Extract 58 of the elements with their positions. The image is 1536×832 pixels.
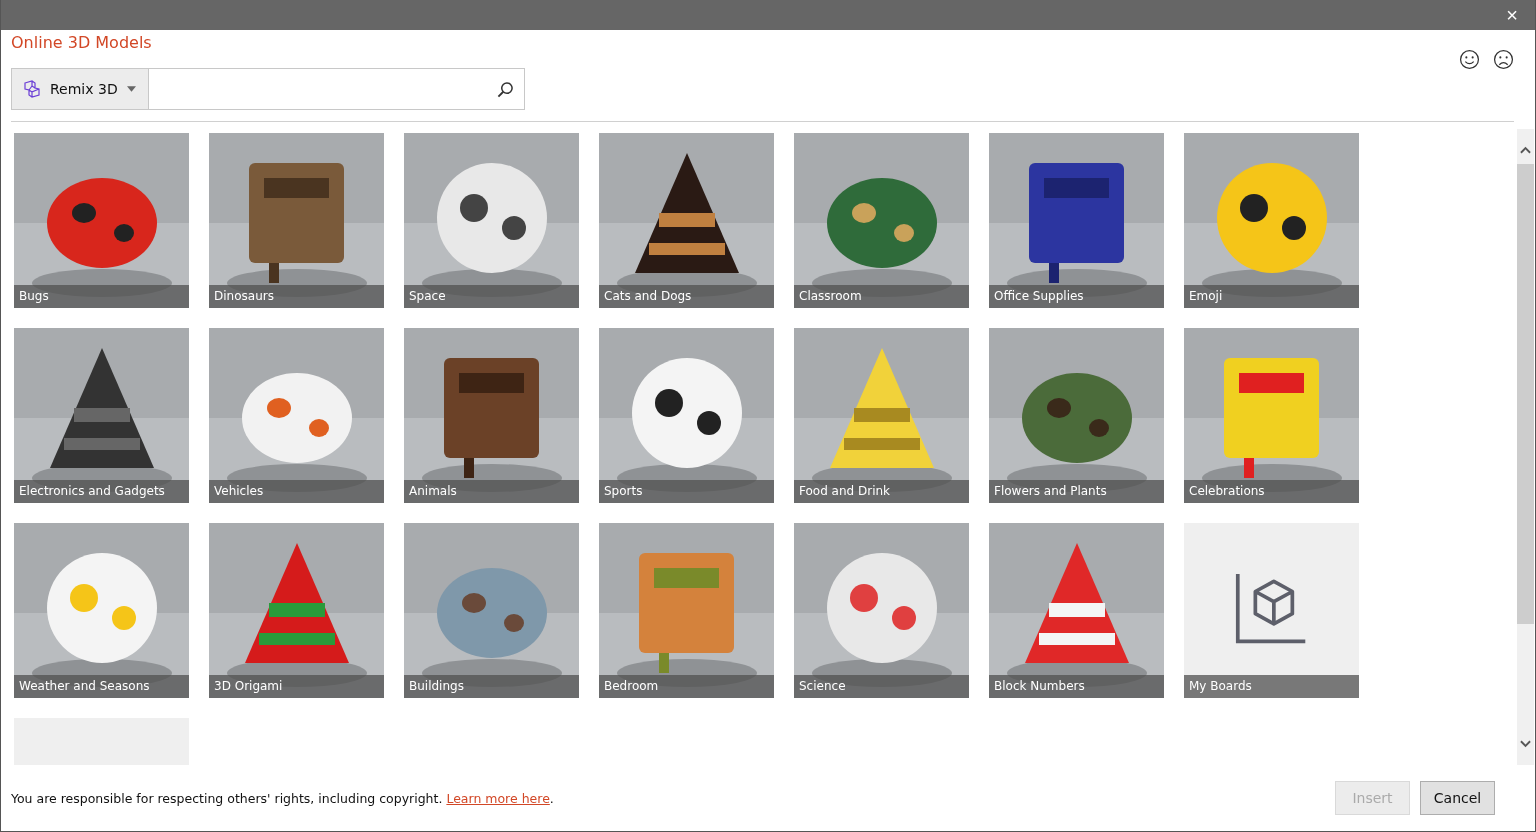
tile-label: 3D Origami [209, 675, 384, 698]
cancel-button[interactable]: Cancel [1420, 781, 1495, 815]
frown-icon[interactable] [1493, 49, 1514, 70]
tile-label: Flowers and Plants [989, 480, 1164, 503]
category-tile[interactable]: Animals [404, 328, 579, 503]
copyright-notice: You are responsible for respecting others' rights, including copyright. Learn more here. [11, 790, 554, 806]
tile-label: Cats and Dogs [599, 285, 774, 308]
category-tile[interactable]: Classroom [794, 133, 969, 308]
category-tile[interactable]: Bugs [14, 133, 189, 308]
smile-icon[interactable] [1459, 49, 1480, 70]
category-tile[interactable]: 3D Origami [209, 523, 384, 698]
tile-label: Celebrations [1184, 480, 1359, 503]
category-tile[interactable]: Celebrations [1184, 328, 1359, 503]
close-button[interactable]: × [1489, 0, 1535, 30]
category-tile[interactable]: Cats and Dogs [599, 133, 774, 308]
tile-label: Dinosaurs [209, 285, 384, 308]
category-tile[interactable]: Emoji [1184, 133, 1359, 308]
category-tile[interactable]: Dinosaurs [209, 133, 384, 308]
category-tile[interactable]: Vehicles [209, 328, 384, 503]
tile-label: Buildings [404, 675, 579, 698]
source-dropdown[interactable]: Remix 3D [12, 69, 149, 109]
tile-label: Food and Drink [794, 480, 969, 503]
tile-label: Electronics and Gadgets [14, 480, 189, 503]
tile-label: Animals [404, 480, 579, 503]
tile-label: Bedroom [599, 675, 774, 698]
category-tile[interactable]: Block Numbers [989, 523, 1164, 698]
caret-icon [126, 86, 136, 92]
tile-label: Bugs [14, 285, 189, 308]
tile-label: Sports [599, 480, 774, 503]
search-field[interactable]: Remix 3D [11, 68, 525, 110]
tile-label: Emoji [1184, 285, 1359, 308]
category-tile[interactable]: Science [794, 523, 969, 698]
tile-label: Space [404, 285, 579, 308]
tile-label: Block Numbers [989, 675, 1164, 698]
category-tile[interactable]: Office Supplies [989, 133, 1164, 308]
category-tile[interactable]: Buildings [404, 523, 579, 698]
tile-label: Vehicles [209, 480, 384, 503]
tile-label: Office Supplies [989, 285, 1164, 308]
category-tile[interactable]: Food and Drink [794, 328, 969, 503]
scroll-thumb[interactable] [1517, 164, 1534, 624]
tile-label: My Boards [1184, 675, 1359, 698]
tile-label: Science [794, 675, 969, 698]
category-tile[interactable]: Sports [599, 328, 774, 503]
scroll-up-icon[interactable] [1520, 146, 1531, 154]
dialog-title: Online 3D Models [11, 33, 152, 52]
scroll-down-icon[interactable] [1520, 740, 1531, 748]
learn-more-link[interactable]: Learn more here [446, 790, 550, 806]
category-tile[interactable]: Electronics and Gadgets [14, 328, 189, 503]
cube-logo-icon [23, 80, 41, 98]
category-tile[interactable]: Flowers and Plants [989, 328, 1164, 503]
tile-label: Weather and Seasons [14, 675, 189, 698]
scrollbar[interactable] [1517, 129, 1534, 765]
category-tile[interactable]: Space [404, 133, 579, 308]
category-tile[interactable]: My Boards [1184, 523, 1359, 698]
category-tile[interactable]: Weather and Seasons [14, 523, 189, 698]
search-icon[interactable] [497, 80, 514, 98]
category-tile[interactable]: Bedroom [599, 523, 774, 698]
tile-label: Classroom [794, 285, 969, 308]
